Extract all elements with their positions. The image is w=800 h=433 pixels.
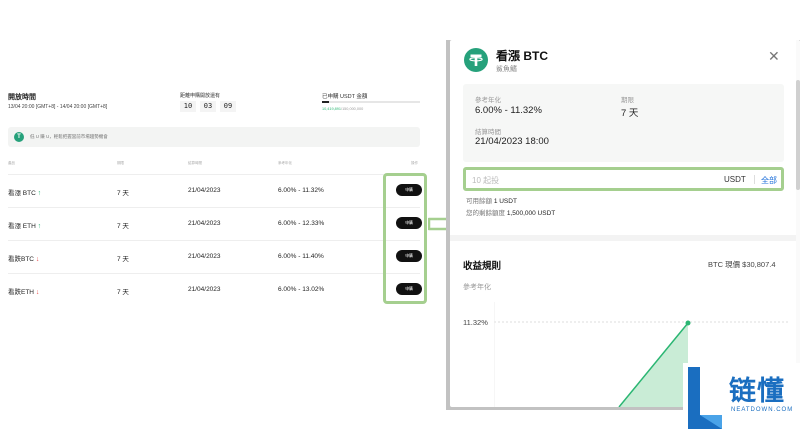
tip-text: 低 U 賺 U，輕鬆把握當前市場趨勢機會 xyxy=(30,134,108,139)
modal-subtitle: 鯊魚鰭 xyxy=(496,66,517,73)
rate-cell: 6.00% - 11.32% xyxy=(278,187,324,194)
settle-cell: 21/04/2023 xyxy=(188,187,221,194)
header-term: 期限 xyxy=(117,161,124,165)
limit-value: 1,500,000 USDT xyxy=(506,210,556,217)
open-time-range: 13/04 20:00 [GMT+8] - 14/04 20:00 [GMT+8… xyxy=(8,104,108,110)
ref-rate-value: 6.00% - 11.32% xyxy=(475,105,542,116)
chart-ref-label: 參考年化 xyxy=(463,284,491,291)
table-row[interactable]: 看漲 ETH ↑ 7 天 21/04/2023 6.00% - 12.33% 申… xyxy=(8,207,422,240)
section-divider xyxy=(450,235,800,241)
bought-label: 已申購 USDT 金額 xyxy=(322,94,368,100)
countdown-minutes: 03 xyxy=(200,101,216,112)
term-value: 7 天 xyxy=(621,108,639,119)
bought-total: /150,000,000 xyxy=(341,107,364,111)
header-settle: 結算時間 xyxy=(188,161,202,165)
amount-placeholder: 10 起投 xyxy=(472,176,500,185)
header-rate: 參考年化 xyxy=(278,161,292,165)
term-label: 期限 xyxy=(621,97,634,104)
bought-value: 10,419,891 xyxy=(322,107,342,111)
available-balance: 可用餘額 1 USDT xyxy=(466,198,517,205)
term-cell: 7 天 xyxy=(117,256,129,263)
bought-progress-fill xyxy=(322,101,329,103)
term-cell: 7 天 xyxy=(117,289,129,296)
usdt-icon: T xyxy=(14,132,24,142)
product-name: 看跌BTC ↓ xyxy=(8,256,40,263)
product-name: 看漲 BTC ↑ xyxy=(8,190,42,197)
chart-y-tick: 11.32% xyxy=(463,318,488,327)
settle-cell: 21/04/2023 xyxy=(188,220,221,227)
bought-amount: 10,419,891/150,000,000 xyxy=(322,107,363,111)
trend-down-icon: ↓ xyxy=(35,256,40,263)
countdown-seconds: 09 xyxy=(220,101,236,112)
table-row[interactable]: 看漲 BTC ↑ 7 天 21/04/2023 6.00% - 11.32% 申… xyxy=(8,174,422,207)
settle-label: 結算時間 xyxy=(475,129,501,136)
header-product: 產品 xyxy=(8,161,15,165)
tether-icon xyxy=(464,48,488,72)
countdown-label: 距離申購開放還有 xyxy=(180,93,221,99)
term-cell: 7 天 xyxy=(117,223,129,230)
chart-point xyxy=(685,320,691,326)
rate-cell: 6.00% - 11.40% xyxy=(278,253,324,260)
bought-progress-bar xyxy=(322,101,420,103)
table-header: 產品 期限 結算時間 參考年化 操作 xyxy=(8,161,420,169)
scrollbar-thumb[interactable] xyxy=(796,80,800,190)
ref-rate-label: 參考年化 xyxy=(475,97,501,104)
settle-cell: 21/04/2023 xyxy=(188,253,221,260)
subscribe-modal: 看漲 BTC 鯊魚鰭 ✕ 參考年化 6.00% - 11.32% 期限 7 天 … xyxy=(450,40,800,407)
product-info-card: 參考年化 6.00% - 11.32% 期限 7 天 結算時間 21/04/20… xyxy=(463,84,784,162)
table-row[interactable]: 看跌ETH ↓ 7 天 21/04/2023 6.00% - 13.02% 申購 xyxy=(8,273,422,306)
amount-input[interactable]: 10 起投 USDT 全部 xyxy=(463,167,784,191)
rules-title: 收益規則 xyxy=(463,261,502,272)
watermark-en: NEATDOWN.COM xyxy=(731,407,794,413)
tip-banner: T 低 U 賺 U，輕鬆把握當前市場趨勢機會 xyxy=(8,127,420,147)
trend-up-icon: ↑ xyxy=(37,190,42,197)
btc-price: BTC 現價 $30,807.4 xyxy=(708,260,776,269)
remaining-limit: 您的剩餘額度 1,500,000 USDT xyxy=(466,210,556,217)
settle-value: 21/04/2023 18:00 xyxy=(475,136,549,147)
subscribe-buttons-highlight xyxy=(383,173,427,304)
trend-down-icon: ↓ xyxy=(35,289,40,296)
modal-title: 看漲 BTC xyxy=(496,49,548,63)
close-icon[interactable]: ✕ xyxy=(768,49,780,63)
watermark: 链懂 NEATDOWN.COM xyxy=(683,363,800,433)
all-button[interactable]: 全部 xyxy=(761,175,777,186)
rate-cell: 6.00% - 13.02% xyxy=(278,286,325,293)
watermark-cn: 链懂 xyxy=(729,376,785,407)
header-action: 操作 xyxy=(411,161,418,165)
amount-divider xyxy=(754,175,755,184)
watermark-logo-icon xyxy=(688,367,722,429)
amount-unit: USDT xyxy=(724,175,746,184)
product-list-page: 開放時間 13/04 20:00 [GMT+8] - 14/04 20:00 [… xyxy=(0,0,440,433)
countdown: 10 03 09 xyxy=(180,101,236,112)
product-name: 看跌ETH ↓ xyxy=(8,289,40,296)
product-name: 看漲 ETH ↑ xyxy=(8,223,42,230)
open-time-label: 開放時間 xyxy=(8,94,36,101)
trend-up-icon: ↑ xyxy=(37,223,42,230)
countdown-hours: 10 xyxy=(180,101,196,112)
available-value: 1 USDT xyxy=(493,198,517,205)
term-cell: 7 天 xyxy=(117,190,129,197)
rate-cell: 6.00% - 12.33% xyxy=(278,220,325,227)
table-row[interactable]: 看跌BTC ↓ 7 天 21/04/2023 6.00% - 11.40% 申購 xyxy=(8,240,422,273)
settle-cell: 21/04/2023 xyxy=(188,286,221,293)
